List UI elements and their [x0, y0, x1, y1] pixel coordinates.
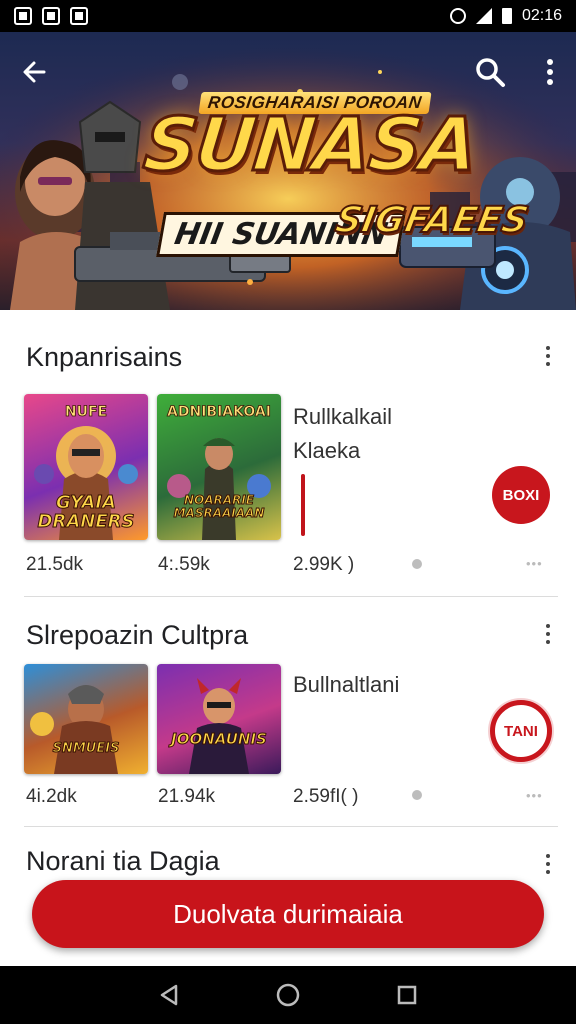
back-arrow-icon: [23, 61, 46, 83]
section-title: Norani tia Dagia: [26, 846, 220, 876]
game-download-count: 21.94k: [158, 786, 216, 807]
game-thumbnail[interactable]: ADNIBIAKOAI NOARARIE MASRAAIAAN: [157, 394, 281, 540]
navigation-bar: [0, 966, 576, 1024]
app-notification-icon: [14, 7, 32, 25]
app-notification-icon: [42, 7, 60, 25]
nav-home-button[interactable]: [268, 975, 308, 1015]
app-subtitle: Klaeka: [293, 438, 361, 463]
nav-recents-button[interactable]: [387, 975, 427, 1015]
download-button[interactable]: Duolvata durimaiaia: [32, 880, 544, 948]
rating-dots: •••: [526, 788, 543, 803]
app-download-count: 2.59fI( ): [293, 786, 359, 807]
alarm-icon: [449, 8, 466, 24]
hero-banner[interactable]: ROSIGHARAISI POROAN SUNASA HII SUANINN S…: [0, 32, 576, 310]
game-art: [30, 685, 118, 774]
app-name: Rullkalkail: [293, 404, 393, 429]
rating-dots: •••: [526, 556, 543, 571]
status-time: 02:16: [521, 7, 562, 24]
game-top-label: NUFE: [64, 404, 108, 421]
open-button[interactable]: TANI: [490, 700, 552, 762]
recents-square-icon: [397, 985, 416, 1005]
game-title-label: GYAIA DRANERS: [37, 492, 135, 532]
section-divider: [24, 826, 558, 827]
section-1: Knpanrisains NUFE GYAIA DRANERS 21.5dk A…: [0, 310, 576, 600]
app-name: Bullnaltlani: [293, 672, 400, 697]
section-more-button[interactable]: [538, 620, 558, 648]
game-download-count: 4i.2dk: [26, 786, 77, 807]
back-triangle-icon: [161, 984, 178, 1006]
game-thumbnail[interactable]: NUFE GYAIA DRANERS: [24, 394, 148, 540]
game-title-label: SNMUEIS: [52, 741, 120, 756]
app-notification-icon: [70, 7, 88, 25]
game-art: [189, 678, 249, 774]
app-download-count: 2.99K ): [293, 554, 355, 575]
system-icons: 02:16: [449, 7, 562, 25]
rating-dot: [412, 559, 422, 569]
game-download-count: 4:.59k: [158, 554, 210, 575]
rating-dot: [412, 790, 422, 800]
game-top-label: ADNIBIAKOAI: [167, 404, 272, 421]
signal-icon: [475, 8, 492, 24]
section-more-button[interactable]: [538, 850, 558, 878]
game-download-count: 21.5dk: [26, 554, 84, 575]
more-vert-icon: [547, 59, 553, 85]
hero-tagline-right: SIGFAEES: [331, 199, 532, 242]
search-icon: [476, 58, 505, 87]
more-options-button[interactable]: [528, 50, 572, 94]
battery-icon: [501, 8, 512, 24]
home-circle-icon: [276, 983, 300, 1007]
status-bar: 02:16: [0, 0, 576, 32]
game-thumbnail[interactable]: SNMUEIS: [24, 664, 148, 774]
section-2: Slrepoazin Cultpra SNMUEIS 4i.2dk JOONAU…: [0, 600, 576, 830]
hero-title: SUNASA: [138, 101, 481, 190]
notification-icons: [14, 7, 88, 25]
progress-indicator: [301, 474, 305, 536]
section-divider: [24, 596, 558, 597]
game-thumbnail[interactable]: JOONAUNIS: [157, 664, 281, 774]
back-button[interactable]: [12, 50, 56, 94]
section-3: Norani tia Dagia: [0, 830, 576, 880]
install-button[interactable]: BOXI: [492, 466, 550, 524]
section-title: Slrepoazin Cultpra: [26, 620, 249, 650]
game-title-label: NOARARIE MASRAAIAAN: [173, 493, 265, 520]
search-button[interactable]: [468, 50, 512, 94]
game-title-label: JOONAUNIS: [171, 730, 268, 748]
nav-back-button[interactable]: [149, 975, 189, 1015]
section-more-button[interactable]: [538, 342, 558, 370]
section-title: Knpanrisains: [26, 342, 183, 372]
